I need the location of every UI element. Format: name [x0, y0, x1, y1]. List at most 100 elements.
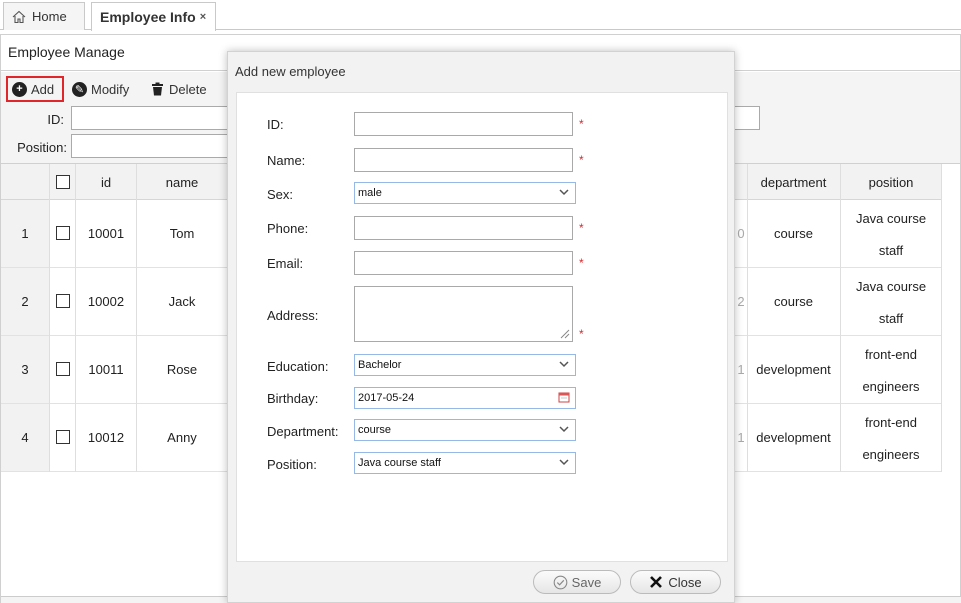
grid-divider	[747, 164, 748, 472]
cell-id: 10011	[88, 362, 124, 377]
sex-select-value: male	[358, 187, 382, 199]
tab-employee-info[interactable]: Employee Info ×	[91, 2, 216, 31]
field-name-label: Name:	[267, 153, 306, 168]
cell-department: course	[773, 294, 814, 309]
cell-name: Anny	[167, 430, 197, 445]
cell-position-line1: front-end	[864, 414, 918, 430]
row-checkbox[interactable]	[56, 430, 70, 444]
column-header-id[interactable]: id	[76, 164, 136, 200]
cell-name: Jack	[168, 294, 196, 309]
address-field[interactable]	[354, 286, 573, 342]
birthday-value: 2017-05-24	[358, 392, 415, 404]
chevron-down-icon	[559, 361, 569, 368]
add-button-label: Add	[31, 81, 55, 97]
phone-required-mark: *	[579, 221, 584, 235]
cell-position-line1: Java course	[855, 210, 927, 226]
field-department-label: Department:	[267, 424, 339, 439]
field-address-label: Address:	[267, 308, 319, 323]
tab-home[interactable]: Home	[3, 2, 85, 30]
home-icon	[12, 10, 26, 23]
cell-department: course	[773, 226, 814, 241]
field-sex-label: Sex:	[267, 187, 294, 202]
field-id-label: ID:	[267, 117, 284, 132]
position-select-value: Java course staff	[358, 457, 441, 469]
column-header-department[interactable]: department	[747, 164, 840, 200]
plus-circle-icon: +	[12, 81, 27, 97]
position-select[interactable]: Java course staff	[354, 452, 576, 474]
chevron-down-icon	[559, 426, 569, 433]
save-button-label: Save	[571, 574, 602, 590]
dialog-footer: Save Close	[236, 564, 728, 602]
row-number: 3	[1, 336, 49, 403]
cell-id: 10001	[87, 226, 125, 241]
field-education-label: Education:	[267, 359, 329, 374]
search-position-input[interactable]	[71, 134, 229, 158]
row-number: 4	[1, 404, 49, 471]
sex-select[interactable]: male	[354, 182, 576, 204]
delete-button[interactable]: Delete	[151, 76, 207, 102]
search-position-label: Position:	[17, 140, 67, 155]
trash-icon	[152, 82, 163, 96]
email-field[interactable]	[354, 251, 573, 275]
add-button[interactable]: + Add	[6, 76, 64, 102]
cell-name: Rose	[166, 362, 198, 377]
row-checkbox[interactable]	[56, 294, 70, 308]
add-employee-dialog: Add new employee ID: * Name: * Sex: male…	[227, 51, 735, 603]
search-id-label: ID:	[47, 112, 64, 127]
dialog-form: ID: * Name: * Sex: male Phone: * Email: …	[236, 92, 728, 562]
pencil-circle-icon: ✎	[72, 81, 87, 97]
cell-position-line2: staff	[878, 310, 904, 326]
education-select-value: Bachelor	[358, 359, 402, 371]
check-circle-icon	[553, 575, 568, 589]
cell-partial: 1	[737, 362, 745, 377]
address-required-mark: *	[579, 327, 584, 341]
grid-divider	[840, 164, 841, 472]
field-birthday-label: Birthday:	[267, 391, 319, 406]
id-field[interactable]	[354, 112, 573, 136]
birthday-date-picker[interactable]: 2017-05-24	[354, 387, 576, 409]
email-required-mark: *	[579, 256, 584, 270]
dialog-title: Add new employee	[235, 64, 346, 79]
education-select[interactable]: Bachelor	[354, 354, 576, 376]
id-required-mark: *	[579, 117, 584, 131]
name-required-mark: *	[579, 153, 584, 167]
search-id-input[interactable]	[71, 106, 229, 130]
field-position-label: Position:	[267, 457, 317, 472]
tab-employee-info-label: Employee Info	[100, 9, 196, 25]
cell-partial: 2	[737, 294, 745, 309]
calendar-icon[interactable]	[558, 391, 570, 403]
cell-position-line1: front-end	[864, 346, 918, 362]
column-header-name[interactable]: name	[137, 164, 227, 200]
select-all-checkbox[interactable]	[56, 175, 70, 189]
department-select[interactable]: course	[354, 419, 576, 441]
row-number: 1	[1, 200, 49, 267]
cell-position-line2: staff	[878, 242, 904, 258]
department-select-value: course	[358, 424, 392, 436]
search-right-input[interactable]	[735, 106, 760, 130]
close-button-label: Close	[668, 574, 702, 590]
row-number: 2	[1, 268, 49, 335]
phone-field[interactable]	[354, 216, 573, 240]
grid-divider	[75, 164, 76, 472]
save-button[interactable]: Save	[533, 570, 621, 594]
column-header-position[interactable]: position	[841, 164, 941, 200]
row-checkbox[interactable]	[56, 362, 70, 376]
cell-partial: 1	[737, 430, 745, 445]
delete-button-label: Delete	[169, 81, 207, 97]
cell-partial: 0	[737, 226, 745, 241]
modify-button[interactable]: ✎ Modify	[72, 76, 129, 102]
chevron-down-icon	[559, 189, 569, 196]
cell-id: 10012	[87, 430, 125, 445]
close-button[interactable]: Close	[630, 570, 721, 594]
cell-position-line2: engineers	[862, 446, 920, 462]
resize-handle-icon	[560, 329, 570, 339]
row-checkbox[interactable]	[56, 226, 70, 240]
cell-department: development	[756, 362, 831, 377]
grid-divider	[136, 164, 137, 472]
name-field[interactable]	[354, 148, 573, 172]
modify-button-label: Modify	[91, 81, 130, 97]
chevron-down-icon	[559, 459, 569, 466]
tab-home-label: Home	[32, 9, 67, 24]
field-email-label: Email:	[267, 256, 304, 271]
tab-close-icon[interactable]: ×	[200, 11, 206, 23]
